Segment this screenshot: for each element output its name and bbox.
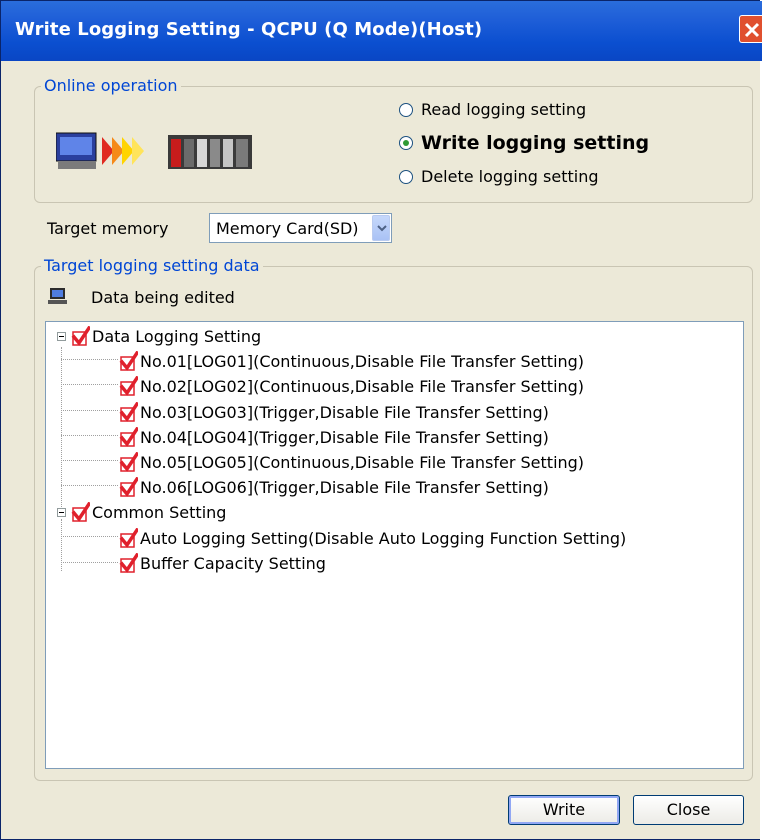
tree-parent-node[interactable]: Common Setting — [57, 500, 226, 524]
plc-transfer-illustration — [56, 132, 252, 169]
checkmark-icon[interactable] — [118, 375, 140, 396]
tree-line — [61, 519, 62, 571]
logging-setting-tree[interactable]: Data Logging Setting No.01[LOG01](Continu… — [45, 321, 744, 769]
checkmark-icon[interactable] — [118, 552, 140, 573]
checkmark-icon[interactable] — [118, 476, 140, 497]
collapse-icon[interactable] — [57, 331, 66, 341]
radio-icon[interactable] — [399, 169, 413, 184]
write-logging-setting-dialog: Write Logging Setting - QCPU (Q Mode)(Ho… — [0, 0, 762, 840]
target-memory-select[interactable]: Memory Card(SD) — [209, 213, 392, 243]
window-title: Write Logging Setting - QCPU (Q Mode)(Ho… — [15, 19, 483, 40]
tree-item-label: No.03[LOG03](Trigger,Disable File Transf… — [140, 402, 549, 422]
tree-item[interactable]: Auto Logging Setting(Disable Auto Loggin… — [118, 526, 626, 550]
tree-item[interactable]: No.05[LOG05](Continuous,Disable File Tra… — [118, 450, 584, 474]
tree-item-label: Data Logging Setting — [92, 326, 262, 346]
close-button[interactable]: Close — [633, 795, 744, 825]
tree-item-label: No.02[LOG02](Continuous,Disable File Tra… — [140, 376, 585, 396]
tree-line — [61, 347, 62, 507]
write-button[interactable]: Write — [508, 795, 620, 825]
target-memory-value: Memory Card(SD) — [216, 219, 359, 238]
tree-item[interactable]: No.01[LOG01](Continuous,Disable File Tra… — [118, 349, 584, 373]
tree-item-label: No.04[LOG04](Trigger,Disable File Transf… — [140, 427, 549, 447]
radio-icon[interactable] — [399, 136, 413, 150]
tree-item-label: No.06[LOG06](Trigger,Disable File Transf… — [140, 477, 549, 497]
target-memory-label: Target memory — [47, 219, 169, 238]
tree-item[interactable]: No.04[LOG04](Trigger,Disable File Transf… — [118, 425, 549, 449]
data-source-label: Data being edited — [91, 288, 235, 307]
tree-line — [61, 562, 118, 563]
write-logging-setting-label: Write logging setting — [421, 132, 650, 154]
tree-item[interactable]: No.06[LOG06](Trigger,Disable File Transf… — [118, 475, 549, 499]
tree-line — [61, 384, 118, 385]
checkmark-icon[interactable] — [70, 325, 92, 346]
online-operation-label: Online operation — [41, 76, 181, 95]
tree-line — [61, 536, 118, 537]
write-logging-setting-option[interactable]: Write logging setting — [399, 132, 649, 154]
dropdown-button[interactable] — [372, 215, 390, 241]
tree-item-label: No.01[LOG01](Continuous,Disable File Tra… — [140, 351, 585, 371]
checkmark-icon[interactable] — [118, 401, 140, 422]
close-window-button[interactable] — [739, 15, 762, 43]
tree-item[interactable]: No.03[LOG03](Trigger,Disable File Transf… — [118, 400, 549, 424]
tree-item-label: Common Setting — [92, 502, 227, 522]
checkmark-icon[interactable] — [118, 426, 140, 447]
delete-logging-setting-option[interactable]: Delete logging setting — [399, 167, 599, 186]
tree-line — [61, 410, 118, 411]
read-logging-setting-label: Read logging setting — [421, 100, 587, 119]
delete-logging-setting-label: Delete logging setting — [421, 167, 599, 186]
checkmark-icon[interactable] — [70, 501, 92, 522]
tree-line — [61, 460, 118, 461]
checkmark-icon[interactable] — [118, 350, 140, 371]
collapse-icon[interactable] — [57, 507, 66, 517]
checkmark-icon[interactable] — [118, 451, 140, 472]
radio-icon[interactable] — [399, 102, 413, 117]
tree-item-label: Auto Logging Setting(Disable Auto Loggin… — [140, 528, 627, 548]
chevron-down-icon — [377, 225, 387, 232]
tree-item-label: No.05[LOG05](Continuous,Disable File Tra… — [140, 452, 585, 472]
read-logging-setting-option[interactable]: Read logging setting — [399, 100, 586, 119]
checkmark-icon[interactable] — [118, 527, 140, 548]
tree-line — [61, 359, 118, 360]
title-bar[interactable]: Write Logging Setting - QCPU (Q Mode)(Ho… — [1, 1, 762, 61]
tree-item-label: Buffer Capacity Setting — [140, 553, 326, 573]
target-logging-data-label: Target logging setting data — [41, 256, 263, 275]
tree-item[interactable]: Buffer Capacity Setting — [118, 551, 326, 575]
tree-parent-node[interactable]: Data Logging Setting — [57, 324, 261, 348]
tree-line — [61, 435, 118, 436]
computer-icon — [48, 288, 67, 304]
tree-item[interactable]: No.02[LOG02](Continuous,Disable File Tra… — [118, 374, 584, 398]
tree-line — [61, 485, 118, 486]
